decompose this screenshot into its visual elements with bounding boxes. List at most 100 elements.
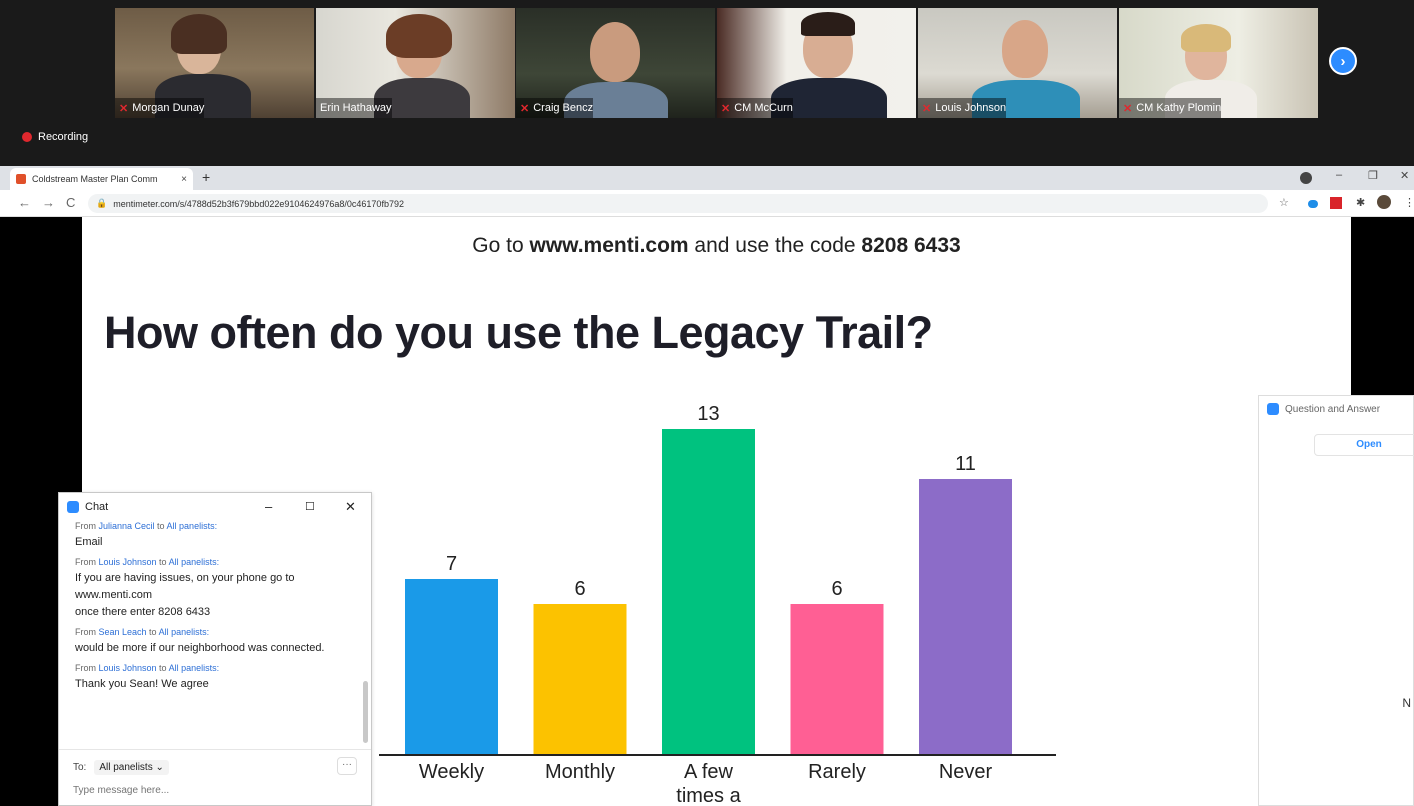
tab-title: Coldstream Master Plan Comm: [32, 174, 158, 184]
chat-message-input[interactable]: [73, 785, 353, 796]
from-word: From: [75, 627, 99, 637]
bar-value-label: 6: [831, 578, 842, 600]
back-button[interactable]: ←: [18, 195, 31, 210]
message-recipient: All panelists:: [166, 521, 218, 531]
bar-1: [533, 604, 627, 754]
recording-indicator: Recording: [22, 131, 88, 143]
video-tile[interactable]: ✕ CM McCurn: [717, 8, 916, 118]
message-meta: From Julianna Cecil to All panelists:: [75, 521, 355, 531]
maximize-icon[interactable]: ☐: [305, 500, 315, 513]
video-tile[interactable]: ✕ CM Kathy Plomin: [1119, 8, 1318, 118]
bar-0: [405, 579, 498, 754]
more-options-button[interactable]: ···: [337, 757, 357, 775]
chat-message: From Louis Johnson to All panelists: Than…: [75, 663, 355, 693]
tab-open[interactable]: Open: [1314, 434, 1414, 456]
recipient-select[interactable]: All panelists ⌄: [94, 760, 169, 775]
participant-name: Louis Johnson: [935, 102, 1007, 114]
record-dot-icon: [22, 132, 32, 142]
bar-value-label: 6: [574, 578, 585, 600]
divider: [59, 749, 371, 750]
close-window-button[interactable]: ✕: [1400, 169, 1409, 182]
message-sender: Louis Johnson: [98, 557, 157, 567]
mic-muted-icon: ✕: [721, 102, 731, 115]
participant-name-bar: Erin Hathaway: [316, 98, 392, 118]
to-word: to: [146, 627, 159, 637]
avatar[interactable]: [1377, 195, 1391, 209]
new-tab-button[interactable]: +: [202, 169, 210, 185]
mic-muted-icon: ✕: [119, 102, 129, 115]
zoom-icon: [1267, 403, 1279, 415]
message-sender: Julianna Cecil: [98, 521, 155, 531]
message-sender: Sean Leach: [98, 627, 147, 637]
to-word: to: [156, 557, 169, 567]
browser-tab[interactable]: Coldstream Master Plan Comm ×: [10, 168, 193, 190]
participant-name-bar: ✕ Louis Johnson: [918, 98, 1007, 118]
chat-message: From Louis Johnson to All panelists: If y…: [75, 557, 355, 621]
bar-value-label: 13: [697, 403, 719, 425]
message-sender: Louis Johnson: [98, 663, 157, 673]
participant-name: CM McCurn: [734, 102, 793, 114]
tab-close-icon[interactable]: ×: [181, 174, 187, 185]
chat-scrollbar[interactable]: [363, 681, 368, 743]
message-text: Thank you Sean! We agree: [75, 678, 209, 690]
browser-tab-strip: Coldstream Master Plan Comm ×: [0, 166, 1414, 190]
category-label: Monthly: [545, 761, 615, 783]
zoom-gallery-strip: ✕ Morgan Dunay Erin Hathaway ✕ Craig Bencz…: [0, 0, 1414, 166]
qa-panel: Question and Answer Open N: [1258, 395, 1414, 806]
video-tile[interactable]: ✕ Louis Johnson: [918, 8, 1117, 118]
participant-name-bar: ✕ CM Kathy Plomin: [1119, 98, 1222, 118]
chevron-right-icon: ›: [1340, 52, 1346, 70]
recipient-row: To: All panelists ⌄: [73, 760, 169, 775]
chat-title: Chat: [85, 501, 109, 513]
video-tile[interactable]: ✕ Craig Bencz: [516, 8, 715, 118]
from-word: From: [75, 663, 99, 673]
close-icon[interactable]: ✕: [345, 499, 356, 515]
message-recipient: All panelists:: [168, 557, 220, 567]
chat-panel: Chat – ☐ ✕ From Julianna Cecil to All pa…: [58, 492, 372, 806]
next-participants-button[interactable]: ›: [1329, 47, 1357, 75]
video-tile[interactable]: Erin Hathaway: [316, 8, 515, 118]
to-word: to: [156, 663, 169, 673]
kebab-menu-icon[interactable]: ⋮: [1404, 196, 1414, 209]
participant-name-bar: ✕ Morgan Dunay: [115, 98, 205, 118]
participant-name: Morgan Dunay: [132, 102, 205, 114]
participant-name: CM Kathy Plomin: [1136, 102, 1222, 114]
participant-name: Craig Bencz: [533, 102, 594, 114]
mic-muted-icon: ✕: [1123, 102, 1133, 115]
to-word: to: [154, 521, 167, 531]
message-text: would be more if our neighborhood was co…: [75, 642, 325, 654]
reload-button[interactable]: C: [66, 195, 75, 210]
message-meta: From Sean Leach to All panelists:: [75, 627, 355, 637]
participant-name-bar: ✕ CM McCurn: [717, 98, 793, 118]
url-text: mentimeter.com/s/4788d52b3f679bbd022e910…: [113, 198, 404, 209]
mentimeter-favicon-icon: [16, 174, 26, 184]
bar-2: [662, 429, 755, 754]
puzzle-icon[interactable]: ✱: [1356, 196, 1365, 209]
forward-button[interactable]: →: [42, 195, 55, 210]
video-tile[interactable]: ✕ Morgan Dunay: [115, 8, 314, 118]
address-bar[interactable]: 🔒 mentimeter.com/s/4788d52b3f679bbd022e9…: [88, 194, 1268, 213]
recording-label: Recording: [38, 131, 89, 143]
profile-icon[interactable]: [1300, 172, 1312, 184]
qa-cut-text: N: [1402, 696, 1411, 710]
message-text: Email: [75, 536, 103, 548]
chat-message-list: From Julianna Cecil to All panelists: Ema…: [75, 521, 355, 699]
from-word: From: [75, 521, 99, 531]
minimize-icon[interactable]: –: [265, 499, 272, 514]
mic-muted-icon: ✕: [922, 102, 932, 115]
message-recipient: All panelists:: [158, 627, 210, 637]
category-label: Never: [939, 761, 993, 783]
bar-4: [919, 479, 1012, 754]
minimize-button[interactable]: –: [1336, 169, 1342, 181]
chat-message: From Sean Leach to All panelists: would b…: [75, 627, 355, 657]
cloud-extension-icon[interactable]: [1308, 200, 1318, 208]
restore-button[interactable]: ❐: [1368, 169, 1378, 182]
to-label: To:: [73, 762, 87, 773]
participant-name: Erin Hathaway: [320, 102, 392, 114]
chat-message: From Julianna Cecil to All panelists: Ema…: [75, 521, 355, 551]
extension-icon[interactable]: [1330, 197, 1342, 209]
category-label: Weekly: [419, 761, 484, 783]
message-meta: From Louis Johnson to All panelists:: [75, 663, 355, 673]
participant-name-bar: ✕ Craig Bencz: [516, 98, 594, 118]
star-icon[interactable]: ☆: [1279, 196, 1289, 209]
